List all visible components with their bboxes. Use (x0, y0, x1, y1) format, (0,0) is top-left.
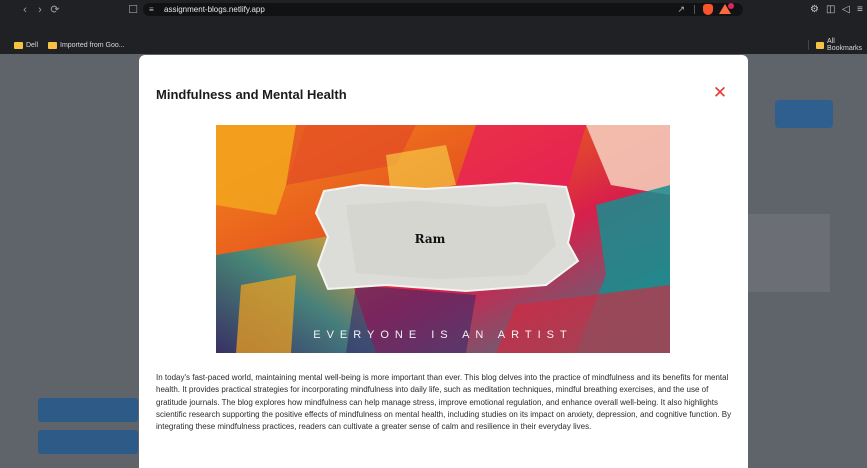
all-bookmarks-label: All Bookmarks (827, 38, 863, 52)
backdrop-button (38, 430, 138, 454)
reload-icon[interactable]: ⟳ (48, 3, 62, 17)
site-info-icon[interactable]: ≡ (149, 3, 154, 16)
all-bookmarks-button[interactable]: All Bookmarks (816, 38, 867, 52)
menu-icon[interactable]: ≡ (857, 3, 863, 16)
bookmark-label: Dell (26, 41, 39, 49)
blog-body-text: In today's fast-paced world, maintaining… (156, 373, 732, 432)
modal-title: Mindfulness and Mental Health (156, 87, 347, 102)
backdrop-card (748, 214, 830, 292)
sidebar-icon[interactable]: ◫ (826, 3, 835, 16)
image-caption: EVERYONE IS AN ARTIST (313, 329, 572, 341)
back-arrow-icon[interactable]: ‹ (18, 3, 32, 17)
address-bar[interactable]: ≡ assignment-blogs.netlify.app ↗ (143, 3, 743, 16)
folder-icon (816, 41, 825, 49)
close-icon[interactable]: ✕ (712, 84, 728, 101)
folder-icon (14, 41, 23, 49)
image-overlay-text: Ram (415, 232, 446, 246)
divider (694, 5, 695, 14)
share-icon[interactable]: ↗ (677, 4, 685, 15)
blog-hero-image: Ram EVERYONE IS AN ARTIST (216, 125, 670, 353)
bookmark-icon[interactable]: ☐ (126, 3, 140, 17)
folder-icon (48, 41, 57, 49)
blog-modal: Mindfulness and Mental Health ✕ Ram EVER… (139, 55, 748, 468)
extensions-icon[interactable]: ⚙ (810, 3, 819, 16)
divider (808, 40, 809, 50)
wallet-icon[interactable]: ◁ (842, 3, 850, 16)
url-text[interactable]: assignment-blogs.netlify.app (164, 3, 265, 16)
forward-arrow-icon[interactable]: › (33, 3, 47, 17)
bookmarks-bar: Dell Imported from Goo... All Bookmarks (0, 36, 867, 54)
backdrop-button (38, 398, 138, 422)
bookmark-folder-imported[interactable]: Imported from Goo... (48, 39, 125, 51)
bookmark-label: Imported from Goo... (60, 41, 125, 49)
backdrop-button (775, 100, 833, 128)
bookmark-folder-dell[interactable]: Dell (14, 39, 38, 51)
browser-toolbar: ‹ › ⟳ ☐ ≡ assignment-blogs.netlify.app ↗… (0, 0, 867, 36)
notification-dot-icon (728, 3, 734, 9)
brave-shields-icon[interactable] (703, 4, 713, 15)
